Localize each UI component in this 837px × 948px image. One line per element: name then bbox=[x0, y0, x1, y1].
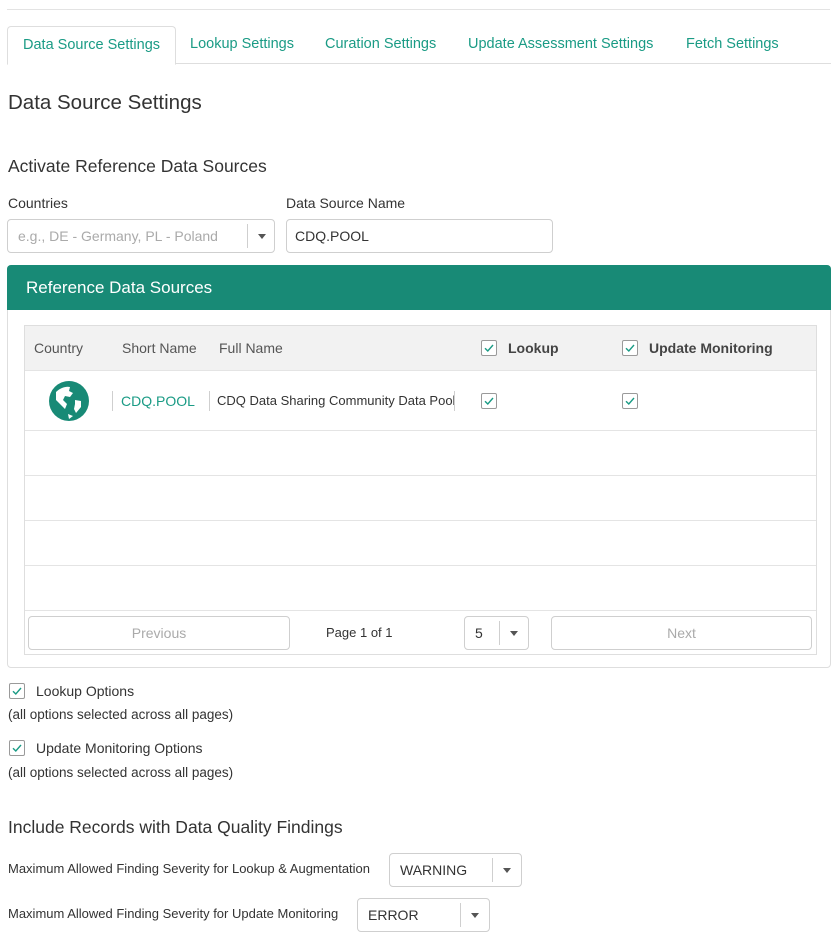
full-name-cell: CDQ Data Sharing Community Data Pool bbox=[217, 393, 456, 408]
page-info: Page 1 of 1 bbox=[326, 625, 393, 640]
monitoring-severity-value: ERROR bbox=[368, 907, 419, 923]
lookup-header-label: Lookup bbox=[508, 340, 559, 356]
countries-select[interactable]: e.g., DE - Germany, PL - Poland bbox=[7, 219, 275, 253]
table-row-empty bbox=[25, 431, 816, 476]
data-source-name-input[interactable]: CDQ.POOL bbox=[286, 219, 553, 253]
lookup-options-note: (all options selected across all pages) bbox=[8, 707, 234, 722]
col-lookup: Lookup bbox=[481, 326, 559, 370]
tab-fetch-settings[interactable]: Fetch Settings bbox=[671, 26, 794, 64]
tab-update-assessment-settings[interactable]: Update Assessment Settings bbox=[453, 26, 668, 64]
chevron-down-icon[interactable] bbox=[500, 617, 528, 649]
reference-data-sources-panel: Reference Data Sources Country Short Nam… bbox=[7, 265, 831, 668]
settings-tabs: Data Source Settings Lookup Settings Cur… bbox=[7, 26, 831, 65]
pagination: Previous Page 1 of 1 5 Next bbox=[25, 611, 816, 655]
col-country[interactable]: Country bbox=[34, 326, 83, 370]
update-monitoring-options-note: (all options selected across all pages) bbox=[8, 765, 234, 780]
chevron-down-icon[interactable] bbox=[248, 220, 276, 252]
tab-curation-settings[interactable]: Curation Settings bbox=[310, 26, 451, 64]
short-name-link[interactable]: CDQ.POOL bbox=[121, 393, 195, 409]
lookup-severity-value: WARNING bbox=[400, 862, 468, 878]
top-divider bbox=[7, 9, 830, 10]
chevron-down-icon[interactable] bbox=[461, 899, 489, 931]
page-size-value: 5 bbox=[475, 625, 483, 641]
row-monitoring-checkbox[interactable] bbox=[622, 392, 638, 409]
globe-icon bbox=[48, 371, 90, 430]
countries-label: Countries bbox=[8, 195, 68, 211]
select-all-lookup-checkbox[interactable] bbox=[481, 340, 497, 356]
col-short-name[interactable]: Short Name bbox=[122, 326, 197, 370]
update-monitoring-options-label: Update Monitoring Options bbox=[36, 740, 203, 756]
lookup-severity-select[interactable]: WARNING bbox=[389, 853, 522, 887]
monitoring-severity-label: Maximum Allowed Finding Severity for Upd… bbox=[8, 906, 339, 921]
lookup-options-checkbox[interactable] bbox=[9, 683, 25, 699]
reference-data-sources-table: Country Short Name Full Name Lookup Upda… bbox=[24, 325, 817, 655]
data-source-name-label: Data Source Name bbox=[286, 195, 406, 211]
next-button[interactable]: Next bbox=[551, 616, 812, 650]
select-all-monitoring-checkbox[interactable] bbox=[622, 340, 638, 356]
lookup-options-label: Lookup Options bbox=[36, 683, 135, 699]
update-monitoring-options-checkbox[interactable] bbox=[9, 740, 25, 756]
table-row-empty bbox=[25, 521, 816, 566]
table-row[interactable]: CDQ.POOL CDQ Data Sharing Community Data… bbox=[25, 371, 816, 431]
previous-button[interactable]: Previous bbox=[28, 616, 290, 650]
lookup-options: Lookup Options bbox=[9, 683, 134, 699]
monitoring-severity-select[interactable]: ERROR bbox=[357, 898, 490, 932]
tab-lookup-settings[interactable]: Lookup Settings bbox=[175, 26, 309, 64]
row-lookup-checkbox[interactable] bbox=[481, 392, 497, 409]
col-update-monitoring: Update Monitoring bbox=[622, 326, 773, 370]
countries-placeholder: e.g., DE - Germany, PL - Poland bbox=[18, 228, 218, 244]
table-row-empty bbox=[25, 476, 816, 521]
table-row-empty bbox=[25, 566, 816, 611]
panel-title: Reference Data Sources bbox=[7, 265, 831, 310]
update-monitoring-header-label: Update Monitoring bbox=[649, 340, 773, 356]
table-header: Country Short Name Full Name Lookup Upda… bbox=[25, 326, 816, 371]
page-size-select[interactable]: 5 bbox=[464, 616, 529, 650]
chevron-down-icon[interactable] bbox=[493, 854, 521, 886]
col-full-name[interactable]: Full Name bbox=[219, 326, 283, 370]
page-title: Data Source Settings bbox=[8, 91, 202, 114]
lookup-severity-label: Maximum Allowed Finding Severity for Loo… bbox=[8, 861, 371, 876]
update-monitoring-options: Update Monitoring Options bbox=[9, 740, 203, 756]
tab-data-source-settings[interactable]: Data Source Settings bbox=[7, 26, 177, 65]
data-quality-heading: Include Records with Data Quality Findin… bbox=[8, 817, 343, 837]
activate-heading: Activate Reference Data Sources bbox=[8, 156, 267, 176]
